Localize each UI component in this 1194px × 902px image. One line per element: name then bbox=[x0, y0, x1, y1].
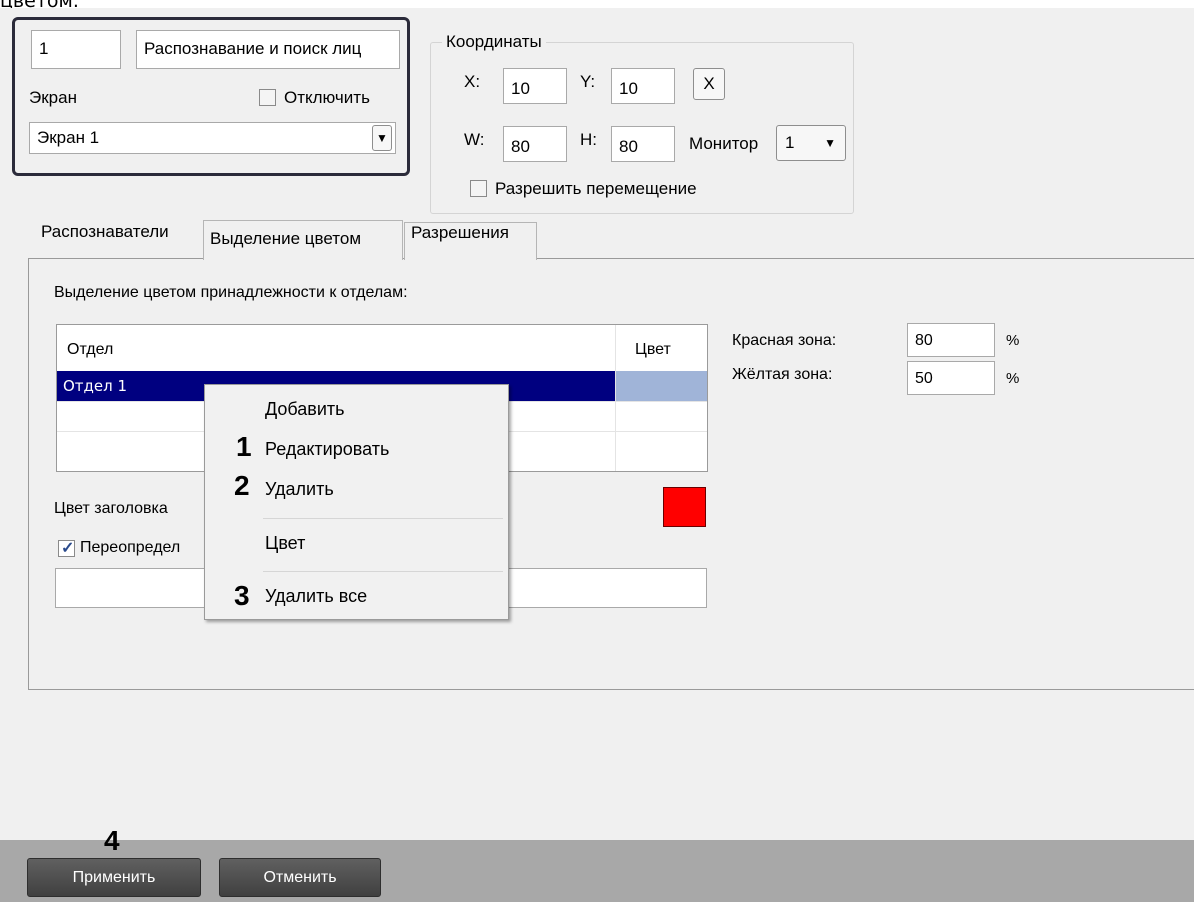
tab-recognizers[interactable]: Распознаватели bbox=[35, 222, 203, 260]
chevron-down-icon[interactable]: ▼ bbox=[372, 125, 392, 151]
screen-select-value: Экран 1 bbox=[37, 128, 100, 147]
callout-3: 3 bbox=[234, 580, 250, 611]
section-label: Выделение цветом принадлежности к отдела… bbox=[54, 284, 408, 301]
h-label: H: bbox=[580, 130, 597, 149]
callout-4: 4 bbox=[104, 825, 120, 856]
red-zone-field[interactable]: 80 bbox=[907, 323, 995, 357]
menu-item-add[interactable]: Добавить bbox=[265, 399, 345, 420]
object-id-field[interactable]: 1 bbox=[31, 30, 121, 69]
apply-button[interactable]: Применить bbox=[27, 858, 201, 897]
y-label: Y: bbox=[580, 72, 596, 91]
chevron-down-icon: ▼ bbox=[824, 136, 836, 150]
column-header-dept[interactable]: Отдел bbox=[67, 341, 113, 359]
h-field[interactable]: 80 bbox=[611, 126, 675, 162]
clear-coords-button[interactable]: X bbox=[693, 68, 725, 100]
monitor-label: Монитор bbox=[689, 134, 759, 153]
cancel-button[interactable]: Отменить bbox=[219, 858, 381, 897]
callout-1: 1 bbox=[236, 431, 252, 462]
x-label: X: bbox=[464, 72, 481, 91]
monitor-select[interactable]: 1 ▼ bbox=[776, 125, 846, 161]
menu-separator bbox=[263, 518, 503, 519]
tab-recognizers-label: Распознаватели bbox=[41, 222, 169, 241]
override-checkbox[interactable] bbox=[58, 538, 75, 558]
header-color-label: Цвет заголовка bbox=[54, 500, 168, 517]
yellow-zone-field[interactable]: 50 bbox=[907, 361, 995, 395]
yellow-zone-unit: % bbox=[1006, 370, 1020, 387]
row-dept-cell: Отдел 1 bbox=[63, 377, 128, 395]
y-field[interactable]: 10 bbox=[611, 68, 675, 104]
disable-label: Отключить bbox=[284, 88, 370, 107]
menu-item-edit[interactable]: Редактировать bbox=[265, 439, 389, 460]
screen-select[interactable]: Экран 1 bbox=[29, 122, 396, 154]
menu-item-color[interactable]: Цвет bbox=[265, 533, 305, 554]
override-label: Переопредел bbox=[80, 539, 181, 556]
red-zone-unit: % bbox=[1006, 332, 1020, 349]
coordinates-legend: Координаты bbox=[442, 32, 546, 52]
allow-move-label: Разрешить перемещение bbox=[495, 179, 697, 198]
x-field[interactable]: 10 bbox=[503, 68, 567, 104]
callout-2: 2 bbox=[234, 470, 250, 501]
tab-color-highlight[interactable]: Выделение цветом bbox=[203, 220, 403, 260]
context-menu: Добавить Редактировать Удалить Цвет Удал… bbox=[204, 384, 509, 620]
tab-content-area bbox=[28, 258, 1194, 690]
menu-item-delete[interactable]: Удалить bbox=[265, 479, 334, 500]
tab-permissions[interactable]: Разрешения bbox=[404, 222, 537, 260]
tab-color-highlight-label: Выделение цветом bbox=[210, 229, 362, 248]
tab-permissions-label: Разрешения bbox=[411, 223, 509, 242]
monitor-select-value: 1 bbox=[785, 133, 795, 152]
w-field[interactable]: 80 bbox=[503, 126, 567, 162]
menu-item-delete-all[interactable]: Удалить все bbox=[265, 586, 367, 607]
disable-checkbox[interactable] bbox=[259, 89, 276, 106]
red-zone-label: Красная зона: bbox=[732, 332, 837, 349]
w-label: W: bbox=[464, 130, 485, 149]
row-color-cell[interactable] bbox=[616, 371, 707, 401]
menu-separator bbox=[263, 571, 503, 572]
column-header-color[interactable]: Цвет bbox=[635, 341, 671, 359]
allow-move-checkbox[interactable] bbox=[470, 180, 487, 197]
screen-label: Экран bbox=[29, 88, 77, 107]
yellow-zone-label: Жёлтая зона: bbox=[732, 366, 833, 383]
object-name-field[interactable]: Распознавание и поиск лиц bbox=[136, 30, 400, 69]
header-color-swatch[interactable] bbox=[663, 487, 706, 527]
